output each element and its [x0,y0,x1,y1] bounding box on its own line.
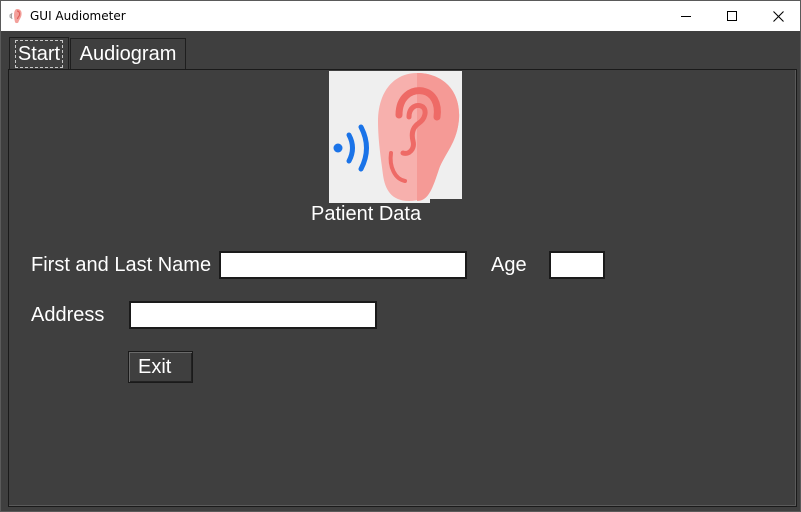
address-field[interactable] [129,301,377,329]
app-window: GUI Audiometer Start Audiogram Patient D… [0,0,801,512]
ear-sound-icon [9,9,22,24]
exit-button[interactable]: Exit [128,351,193,383]
maximize-button[interactable] [709,1,755,31]
name-field[interactable] [219,251,467,279]
age-label: Age [491,254,527,276]
window-title: GUI Audiometer [30,9,126,23]
close-button[interactable] [755,1,801,31]
minimize-icon [681,16,691,17]
minimize-button[interactable] [663,1,709,31]
tab-start-label: Start [14,40,64,68]
section-title: Patient Data [311,203,422,225]
tab-audiogram-label: Audiogram [79,42,177,65]
tab-start[interactable]: Start [9,37,69,70]
name-label: First and Last Name [31,254,212,276]
maximize-icon [727,11,737,21]
tab-audiogram[interactable]: Audiogram [70,38,186,69]
title-bar[interactable]: GUI Audiometer [1,1,800,31]
ear-hearing-logo [329,71,462,203]
address-label: Address [31,304,105,326]
close-icon [772,10,784,22]
age-field[interactable] [549,251,605,279]
